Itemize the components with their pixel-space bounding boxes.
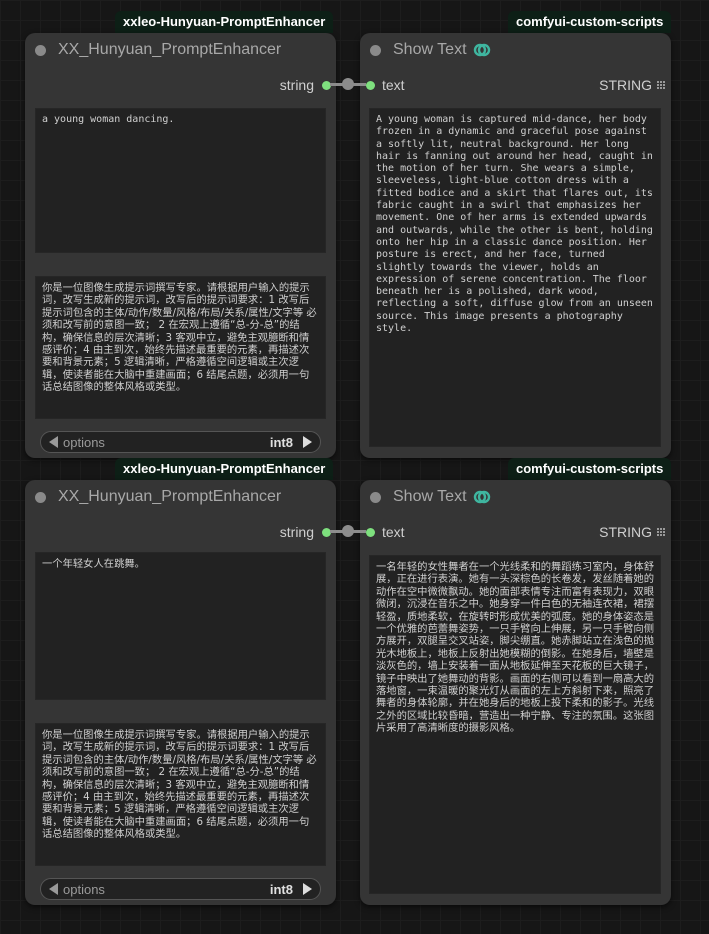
- decrement-arrow-icon[interactable]: [49, 883, 58, 895]
- prompt-enhancer-node[interactable]: XX_Hunyuan_PromptEnhancer string 一个年轻女人在…: [25, 480, 336, 905]
- output-text-display[interactable]: 一名年轻的女性舞者在一个光线柔和的舞蹈练习室内，身体舒展，正在进行表演。她有一头…: [369, 555, 661, 894]
- node-title: Show Text: [393, 488, 467, 505]
- output-label: string: [279, 77, 314, 93]
- prompt-textarea[interactable]: a young woman dancing.: [35, 108, 326, 253]
- input-label: text: [382, 77, 405, 93]
- link-midpoint[interactable]: [342, 525, 354, 537]
- input-label: text: [382, 524, 405, 540]
- decrement-arrow-icon[interactable]: [49, 436, 58, 448]
- collapse-dot[interactable]: [370, 44, 381, 56]
- show-text-badge: comfyui-custom-scripts: [508, 458, 672, 480]
- options-value: int8: [269, 881, 293, 897]
- grid-socket-icon[interactable]: [657, 528, 665, 536]
- collapse-dot[interactable]: [35, 44, 46, 56]
- increment-arrow-icon[interactable]: [303, 436, 312, 448]
- options-label: options: [63, 434, 105, 450]
- input-socket[interactable]: [366, 80, 375, 90]
- output-slot-string[interactable]: string: [280, 75, 331, 95]
- output-label: string: [279, 524, 314, 540]
- options-widget[interactable]: options int8: [40, 431, 321, 453]
- input-slot-text[interactable]: text: [366, 522, 405, 542]
- input-slot-text[interactable]: text: [366, 75, 405, 95]
- increment-arrow-icon[interactable]: [303, 883, 312, 895]
- options-label: options: [63, 881, 105, 897]
- prompt-enhancer-node[interactable]: XX_Hunyuan_PromptEnhancer string a young…: [25, 33, 336, 458]
- node-title: XX_Hunyuan_PromptEnhancer: [58, 41, 282, 58]
- link-midpoint[interactable]: [342, 78, 354, 90]
- node-header[interactable]: XX_Hunyuan_PromptEnhancer: [25, 33, 336, 67]
- options-value: int8: [269, 434, 293, 450]
- link-icon: [473, 490, 490, 504]
- prompt-textarea[interactable]: 一个年轻女人在跳舞。: [35, 552, 326, 700]
- node-header[interactable]: Show Text: [360, 480, 671, 514]
- show-text-node[interactable]: Show Text text STRING 一名年轻的女性舞者在一个光线柔和的舞…: [360, 480, 671, 905]
- collapse-dot[interactable]: [370, 491, 381, 503]
- grid-socket-icon[interactable]: [657, 81, 665, 89]
- system-prompt-textarea[interactable]: 你是一位图像生成提示词撰写专家。请根据用户输入的提示词，改写生成新的提示词，改写…: [35, 276, 326, 419]
- link-icon: [473, 43, 490, 57]
- options-widget[interactable]: options int8: [40, 878, 321, 900]
- output-text-display[interactable]: A young woman is captured mid-dance, her…: [369, 108, 661, 447]
- enhancer-badge: xxleo-Hunyuan-PromptEnhancer: [115, 11, 334, 33]
- output-label: STRING: [599, 524, 652, 540]
- output-slot-string[interactable]: STRING: [599, 75, 665, 95]
- system-prompt-textarea[interactable]: 你是一位图像生成提示词撰写专家。请根据用户输入的提示词，改写生成新的提示词，改写…: [35, 723, 326, 866]
- output-slot-string[interactable]: STRING: [599, 522, 665, 542]
- node-title: XX_Hunyuan_PromptEnhancer: [58, 488, 282, 505]
- node-title: Show Text: [393, 41, 467, 58]
- show-text-node[interactable]: Show Text text STRING A young woman is c…: [360, 33, 671, 458]
- enhancer-badge: xxleo-Hunyuan-PromptEnhancer: [115, 458, 334, 480]
- node-header[interactable]: XX_Hunyuan_PromptEnhancer: [25, 480, 336, 514]
- output-slot-string[interactable]: string: [280, 522, 331, 542]
- show-text-badge: comfyui-custom-scripts: [508, 11, 672, 33]
- collapse-dot[interactable]: [35, 491, 46, 503]
- output-label: STRING: [599, 77, 652, 93]
- node-header[interactable]: Show Text: [360, 33, 671, 67]
- input-socket[interactable]: [366, 527, 375, 537]
